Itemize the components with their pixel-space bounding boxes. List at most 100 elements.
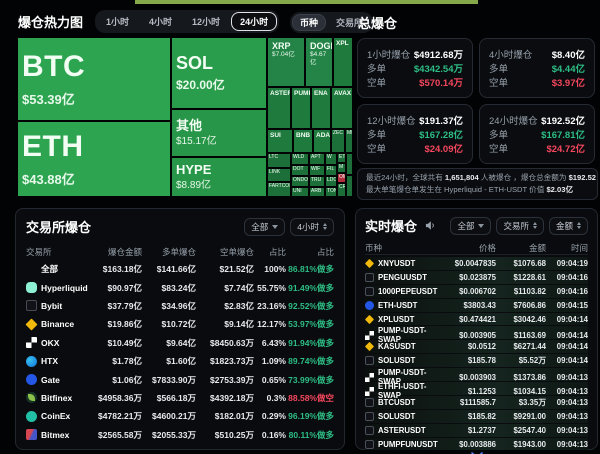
time-cell: 09:04:13 — [546, 426, 588, 435]
treemap-cell-DOGE[interactable]: DOGE$4.67亿 — [306, 38, 332, 86]
price-cell: $0.0512 — [442, 342, 496, 351]
treemap-cell-ONDO[interactable]: ONDO — [292, 177, 308, 186]
treemap-cell-ADA[interactable]: ADA — [314, 130, 330, 152]
table-row[interactable]: XPLUSDT$0.474421$3042.4609:04:14 — [365, 313, 588, 326]
bybit-icon — [365, 273, 374, 282]
treemap-cell-ARB[interactable]: ARB — [310, 188, 324, 196]
treemap-cell-XPL[interactable]: XPL — [334, 38, 352, 86]
symbol-cell: SOLUSDT — [365, 356, 442, 365]
exchange-dropdown-4小时[interactable]: 4小时 — [290, 218, 334, 236]
treemap-cell-label: TON — [327, 189, 335, 195]
treemap-cell-LTC[interactable]: LTC — [268, 154, 290, 167]
bybit-icon — [365, 412, 374, 421]
treemap-cell-BTC[interactable]: BTC$53.39亿 — [18, 38, 170, 120]
ratio-cell: 88.58%做空 — [286, 392, 334, 404]
exchange-panel-header: 交易所爆仓 全部4小时 — [26, 217, 334, 236]
card-short-value: $24.72亿 — [546, 141, 585, 155]
treemap-cell-ASTER[interactable]: ASTER — [268, 88, 290, 128]
treemap-cell-ENA[interactable]: ENA — [312, 88, 330, 128]
summary-line-1: 最近24小时，全球共有 1,651,804 人被爆仓 ，爆仓总金额为 $192.… — [366, 172, 589, 184]
symbol-cell: PENGUUSDT — [365, 273, 442, 282]
table-row[interactable]: CoinEx$4782.21万$4600.21万$182.01万0.29%96.… — [26, 407, 334, 425]
table-row[interactable]: OKX$10.49亿$9.64亿$8450.63万6.43%91.94%做多 — [26, 334, 334, 352]
treemap-cell-CRV[interactable]: CRV — [338, 184, 345, 196]
amount-cell: $37.79亿 — [88, 300, 142, 312]
treemap-cell-XRP[interactable]: XRP$7.04亿 — [268, 38, 304, 86]
treemap-cell-OM[interactable]: OM — [338, 174, 345, 182]
table-row[interactable]: 1000PEPEUSDT$0.006702$1103.8209:04:16 — [365, 285, 588, 298]
table-row[interactable]: BTCUSDT$111585.7$3.35万09:04:13 — [365, 396, 588, 409]
treemap-cell-UNI[interactable]: UNI — [292, 188, 308, 196]
treemap-cell-LDC[interactable]: LDC — [326, 177, 336, 186]
treemap-cell-TON[interactable]: TON — [326, 188, 336, 196]
exchange-dropdown-全部[interactable]: 全部 — [244, 218, 285, 236]
treemap-cell-LINK[interactable]: LINK — [268, 169, 290, 181]
treemap-cell-FARTCOIN[interactable]: FARTCOIN — [268, 183, 290, 196]
realtime-dropdown-交易所[interactable]: 交易所 — [496, 217, 544, 235]
treemap-cell-APT[interactable]: APT — [310, 154, 324, 164]
card-total-value: $8.40亿 — [552, 47, 585, 61]
treemap-cell-MNT[interactable]: MNT — [346, 130, 352, 152]
time-filter-24小时[interactable]: 24小时 — [231, 12, 277, 31]
table-row[interactable]: XNYUSDT$0.0047835$1076.6809:04:19 — [365, 257, 588, 270]
treemap-cell-TRU[interactable]: TRU — [310, 177, 324, 186]
card-title: 4小时爆仓 — [489, 47, 532, 61]
realtime-dropdown-全部[interactable]: 全部 — [450, 217, 491, 235]
treemap-cell-PUMP[interactable]: PUMP — [292, 88, 310, 128]
table-row[interactable]: Bitfinex$4958.36万$566.18万$4392.18万0.3%88… — [26, 389, 334, 407]
coinex-icon — [26, 411, 37, 422]
table-row[interactable]: PUMPFUNUSDT$0.003886$1943.0009:04:13 — [365, 438, 588, 451]
table-row[interactable]: Gate$1.06亿$7833.90万$2753.39万0.65%73.99%做… — [26, 370, 334, 388]
table-row[interactable]: Bybit$37.79亿$34.96亿$2.83亿23.16%92.52%做多 — [26, 297, 334, 315]
treemap-cell-WIF[interactable]: WIF — [310, 166, 324, 175]
table-row[interactable]: KASUSDT$0.0512$6271.4409:04:14 — [365, 340, 588, 353]
table-row[interactable]: ETH-USDT$3803.43$7606.8609:04:15 — [365, 299, 588, 312]
exchange-name: 全部 — [41, 263, 58, 275]
treemap-cell-AVAX[interactable]: AVAX — [332, 88, 352, 128]
treemap-cell-ZEC[interactable]: ZEC — [332, 130, 344, 152]
time-filter-1小时[interactable]: 1小时 — [97, 12, 138, 31]
table-row[interactable]: PUMP-USDT-SWAP$0.003903$1373.8609:04:13 — [365, 368, 588, 381]
card-total-row: 4小时爆仓 $8.40亿 — [489, 47, 585, 61]
treemap-cell-M[interactable]: M — [338, 164, 345, 172]
amount-cell: $1228.61 — [496, 273, 546, 282]
time-filter-4小时[interactable]: 4小时 — [140, 12, 181, 31]
card-long-value: $4.44亿 — [552, 61, 585, 75]
ratio-cell: 89.74%做多 — [286, 355, 334, 367]
treemap-cell-其他[interactable]: 其他$15.17亿 — [172, 110, 266, 156]
treemap-cell-filler[interactable] — [347, 176, 352, 196]
table-row[interactable]: Hyperliquid$90.97亿$83.24亿$7.74亿55.75%91.… — [26, 278, 334, 296]
table-row[interactable]: SOLUSDT$185.78$5.52万09:04:14 — [365, 354, 588, 367]
table-row[interactable]: HTX$1.78亿$1.60亿$1823.73万1.09%89.74%做多 — [26, 352, 334, 370]
treemap-cell-DOT[interactable]: DOT — [292, 166, 308, 175]
table-row[interactable]: PUMP-USDT-SWAP$0.003905$1163.6909:04:14 — [365, 326, 588, 339]
realtime-dropdown-金额[interactable]: 金额 — [549, 217, 588, 235]
treemap-cell-ETC[interactable]: ETC — [338, 154, 345, 162]
okx-icon — [365, 331, 374, 340]
table-row[interactable]: ASTERUSDT$1.2737$2547.4009:04:13 — [365, 424, 588, 437]
table-row[interactable]: SOLUSDT$185.82$9291.0009:04:13 — [365, 410, 588, 423]
table-row[interactable]: 全部$163.18亿$141.66亿$21.52亿100%86.81%做多 — [26, 260, 334, 278]
card-short-value: $570.14万 — [419, 75, 463, 89]
ratio-cell: 73.99%做多 — [286, 374, 334, 386]
treemap-cell-HYPE[interactable]: HYPE$8.89亿 — [172, 158, 266, 196]
table-row[interactable]: PENGUUSDT$0.023875$1228.6109:04:16 — [365, 271, 588, 284]
toggle-币种[interactable]: 币种 — [292, 14, 326, 31]
caret-down-icon — [272, 225, 278, 232]
treemap-cell-FIL[interactable]: FIL — [326, 166, 336, 175]
table-row[interactable]: Bitmex$2565.58万$2055.33万$510.25万0.16%80.… — [26, 426, 334, 444]
treemap-cell-SOL[interactable]: SOL$20.00亿 — [172, 38, 266, 108]
treemap-cell-SUI[interactable]: SUI — [268, 130, 292, 152]
treemap-cell-WLD[interactable]: WLD — [292, 154, 308, 164]
treemap-cell-label: DOGE — [310, 41, 328, 51]
realtime-liquidation-panel: 实时爆仓 全部交易所金额 币种价格金额时间 XNYUSDT$0.0047835$… — [355, 208, 598, 450]
table-row[interactable]: Binance$19.86亿$10.72亿$9.14亿12.17%53.97%做… — [26, 315, 334, 333]
sound-icon[interactable] — [425, 220, 436, 231]
treemap-cell-ETH[interactable]: ETH$43.88亿 — [18, 122, 170, 196]
time-filter-12小时[interactable]: 12小时 — [183, 12, 229, 31]
treemap-cell-W[interactable]: W — [326, 154, 336, 164]
treemap-cell-filler[interactable] — [347, 154, 352, 174]
table-row[interactable]: ETHFI-USDT-SWAP$1.1253$1034.1509:04:13 — [365, 382, 588, 395]
treemap-cell-BNB[interactable]: BNB — [294, 130, 312, 152]
pct-cell: 0.16% — [254, 430, 286, 440]
